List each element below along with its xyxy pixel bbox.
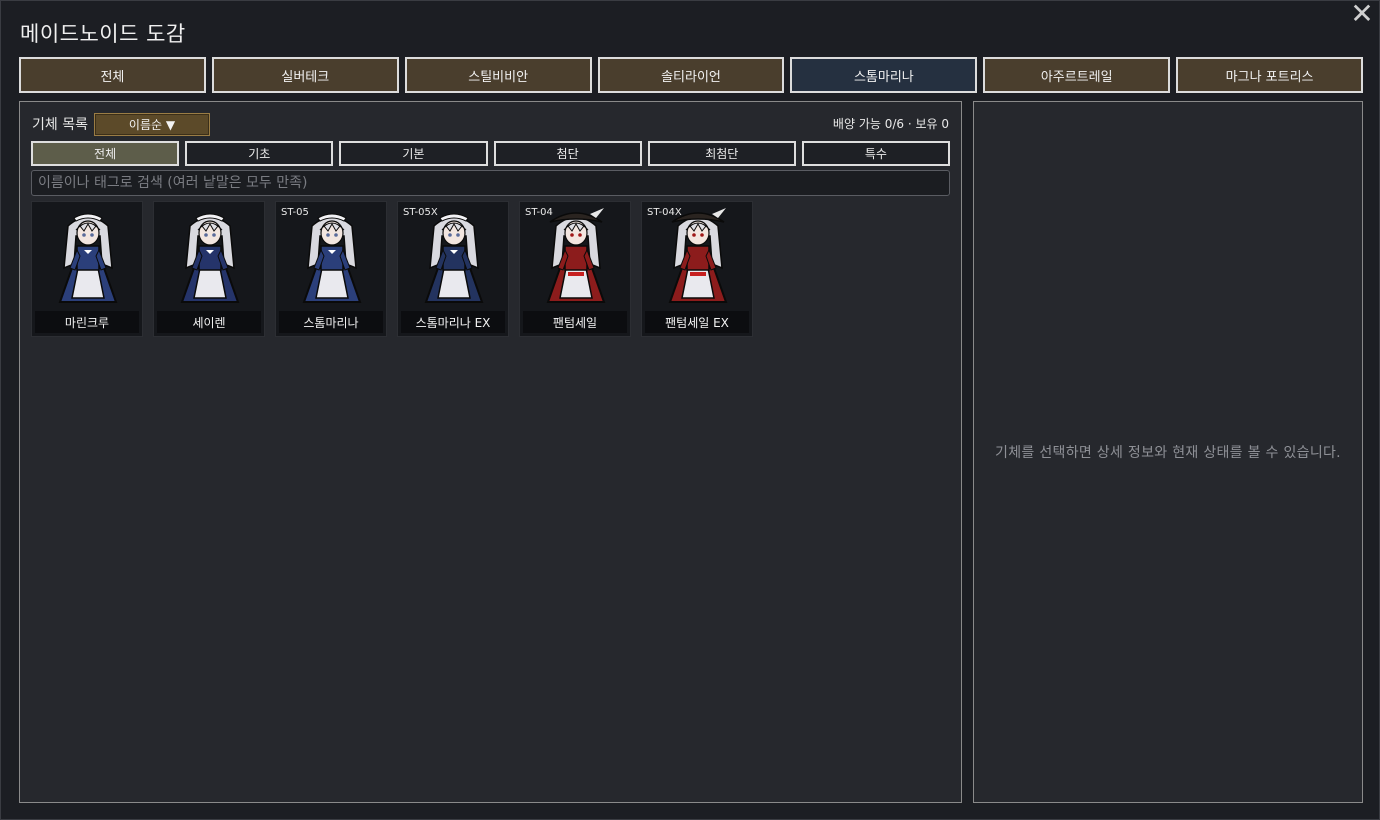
unit-portrait — [180, 213, 240, 303]
unit-name: 스톰마리나 — [279, 311, 383, 333]
tier-tab[interactable]: 전체 — [31, 141, 180, 166]
faction-tab[interactable]: 스톰마리나 — [790, 57, 978, 93]
faction-tab[interactable]: 아주르트레일 — [983, 57, 1171, 93]
unit-name: 스톰마리나 EX — [401, 311, 505, 333]
window-title: 메이드노이드 도감 — [20, 22, 186, 46]
unit-name: 세이렌 — [157, 311, 261, 333]
close-button[interactable]: ✕ — [1349, 0, 1375, 28]
unit-portrait — [302, 213, 362, 303]
faction-tab[interactable]: 실버테크 — [211, 57, 399, 93]
unit-card[interactable]: ST-05X 스톰마리나 EX — [397, 201, 509, 337]
faction-tab[interactable]: 전체 — [19, 57, 206, 93]
faction-tabs: 전체 실버테크 스틸비비안 솔티라이언 스톰마리나 아주르트레일 마그나 포트리스 — [19, 57, 1364, 93]
faction-tab[interactable]: 솔티라이언 — [597, 57, 785, 93]
tier-tab[interactable]: 최첨단 — [647, 141, 796, 166]
unit-portrait — [546, 208, 606, 303]
tier-tab[interactable]: 특수 — [801, 141, 951, 166]
detail-empty-message: 기체를 선택하면 상세 정보와 현재 상태를 볼 수 있습니다. — [995, 445, 1341, 461]
tier-tab[interactable]: 첨단 — [493, 141, 642, 166]
search-input[interactable] — [31, 170, 950, 196]
sort-dropdown[interactable]: 이름순 ▼ — [94, 113, 210, 136]
unit-card[interactable]: ST-05 스톰마리나 — [275, 201, 387, 337]
tier-tabs: 전체 기초 기본 첨단 최첨단 특수 — [31, 141, 951, 166]
unit-portrait — [58, 213, 118, 303]
list-label: 기체 목록 — [32, 117, 88, 133]
unit-name: 팬텀세일 EX — [645, 311, 749, 333]
unit-card[interactable]: 세이렌 — [153, 201, 265, 337]
deploy-info: 배양 가능 0/6 · 보유 0 — [832, 117, 949, 131]
tier-tab[interactable]: 기초 — [185, 141, 334, 166]
unit-card[interactable]: 마린크루 — [31, 201, 143, 337]
unit-name: 팬텀세일 — [523, 311, 627, 333]
unit-list-panel: 기체 목록 이름순 ▼ 배양 가능 0/6 · 보유 0 전체 기초 기본 첨단 최첨단… — [19, 101, 962, 803]
faction-tab[interactable]: 마그나 포트리스 — [1176, 57, 1364, 93]
unit-card[interactable]: ST-04X 팬텀세일 EX — [641, 201, 753, 337]
unit-portrait — [668, 208, 728, 303]
unit-portrait — [424, 213, 484, 303]
unit-name: 마린크루 — [35, 311, 139, 333]
collection-window: 메이드노이드 도감 ✕ 전체 실버테크 스틸비비안 솔티라이언 스톰마리나 아주르트레일 마… — [0, 0, 1380, 820]
tier-tab[interactable]: 기본 — [339, 141, 488, 166]
detail-panel: 기체를 선택하면 상세 정보와 현재 상태를 볼 수 있습니다. — [973, 101, 1363, 803]
unit-grid: 마린크루 세이렌 ST-05 스톰마리나 ST-05X 스톰마리나 EX ST-04 팬텀세일… — [31, 201, 753, 337]
unit-card[interactable]: ST-04 팬텀세일 — [519, 201, 631, 337]
faction-tab[interactable]: 스틸비비안 — [404, 57, 592, 93]
